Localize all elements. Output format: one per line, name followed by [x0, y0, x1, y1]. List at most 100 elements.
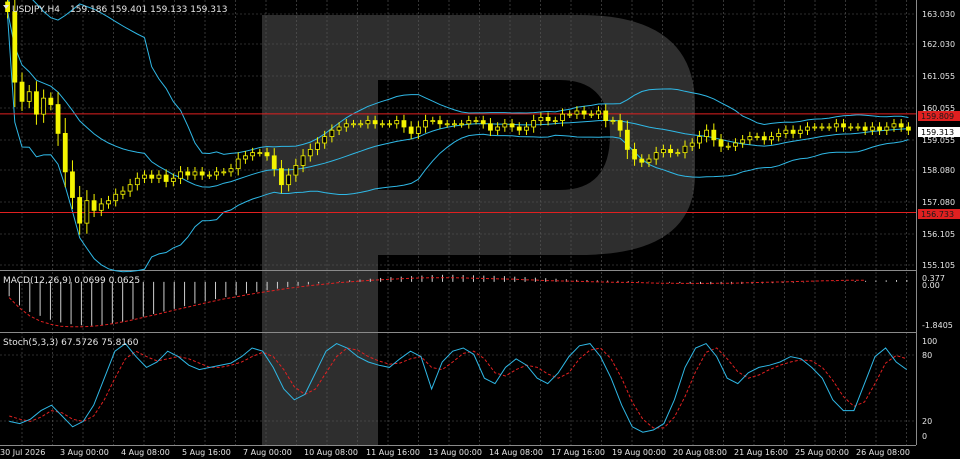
candle-body	[91, 200, 97, 211]
candle-body	[898, 123, 904, 128]
candle-body	[113, 193, 119, 202]
candle-body	[149, 174, 155, 179]
candle-body	[552, 120, 558, 122]
candle-body	[257, 152, 263, 155]
candle-body	[877, 126, 882, 131]
candle-body	[163, 174, 169, 182]
candle-body	[466, 120, 472, 125]
candle-body	[668, 149, 673, 154]
candle-body	[776, 132, 782, 138]
candle-body	[891, 123, 897, 128]
candle-body	[394, 120, 400, 125]
candle-body	[156, 174, 162, 179]
candle-body	[509, 123, 515, 128]
stoch-title: Stoch(5,3,3) 67.5726 75.8160	[3, 338, 139, 348]
candle-body	[805, 126, 810, 131]
candle-body	[279, 168, 284, 186]
stoch-axis-label: 20	[922, 417, 932, 426]
candle-body	[55, 104, 61, 134]
candle-body	[243, 155, 248, 160]
ohlc-quotes: 159.186 159.401 159.133 159.313	[70, 5, 227, 15]
candle-body	[761, 136, 767, 141]
candle-body	[12, 11, 18, 83]
candle-body	[437, 120, 443, 125]
candle-body	[639, 158, 645, 163]
candle-body	[797, 129, 803, 134]
candle-body	[358, 123, 364, 126]
candle-body	[769, 136, 774, 141]
time-label: 25 Aug 00:00	[795, 448, 849, 457]
candle-body	[185, 171, 191, 176]
time-label: 14 Aug 08:00	[489, 448, 543, 457]
candle-body	[581, 110, 587, 115]
candle-body	[812, 126, 818, 129]
candle-body	[134, 177, 140, 186]
candle-body	[250, 152, 256, 157]
candle-body	[733, 142, 738, 147]
candle-body	[747, 136, 753, 141]
candle-body	[632, 149, 637, 160]
candle-body	[315, 142, 320, 150]
candle-body	[610, 120, 616, 122]
candle-body	[473, 120, 479, 122]
candle-body	[142, 174, 147, 179]
candle-body	[430, 120, 436, 122]
candle-body	[351, 123, 356, 126]
lower-level-label: 156.733	[921, 210, 954, 219]
candle-body	[192, 171, 198, 176]
macd-axis-label: 0.00	[922, 281, 940, 290]
time-label: 20 Aug 08:00	[673, 448, 727, 457]
candle-body	[84, 200, 90, 224]
candle-body	[841, 123, 846, 128]
candle-body	[307, 149, 313, 157]
time-label: 17 Aug 16:00	[551, 448, 605, 457]
candle-body	[444, 123, 450, 126]
candle-body	[862, 126, 868, 131]
candle-body	[34, 91, 39, 115]
candle-body	[329, 129, 335, 138]
candle-body	[401, 120, 407, 128]
candle-body	[459, 123, 465, 126]
candle-body	[848, 126, 854, 129]
candle-body	[127, 184, 133, 192]
time-label: 10 Aug 08:00	[304, 448, 358, 457]
candle-body	[884, 126, 890, 131]
candle-body	[199, 171, 205, 176]
candle-body	[372, 120, 378, 125]
candle-body	[531, 120, 537, 128]
candle-body	[480, 120, 486, 125]
candle-body	[833, 123, 839, 128]
candle-body	[567, 113, 573, 116]
candle-body	[228, 168, 234, 173]
price-label: 161.055	[922, 72, 955, 81]
candle-body	[415, 126, 421, 134]
trading-chart[interactable]: USDJPY,H4 159.186 159.401 159.133 159.31…	[0, 0, 960, 459]
candle-body	[697, 136, 702, 144]
candle-body	[387, 123, 392, 126]
candle-body	[214, 171, 219, 176]
candle-body	[41, 97, 47, 115]
candle-body	[178, 171, 183, 179]
candle-body	[495, 126, 501, 131]
candle-body	[322, 136, 328, 144]
macd-title: MACD(12,26,9) 0.0699 0.0625	[3, 276, 140, 286]
candle-body	[26, 91, 32, 102]
candle-body	[855, 126, 861, 129]
macd-axis-label: -1.8405	[922, 321, 953, 330]
candle-body	[704, 129, 710, 138]
candle-body	[336, 126, 342, 131]
candle-body	[379, 123, 385, 126]
candle-body	[675, 152, 681, 155]
candle-body	[740, 139, 746, 144]
candle-body	[783, 129, 789, 134]
candle-body	[19, 81, 25, 102]
price-label: 159.055	[922, 136, 955, 145]
candle-body	[725, 145, 731, 148]
candle-body	[77, 197, 83, 224]
price-label: 162.030	[922, 40, 955, 49]
time-label: 3 Aug 00:00	[60, 448, 109, 457]
candle-body	[98, 203, 104, 211]
candle-body	[596, 110, 601, 115]
price-label: 156.105	[922, 230, 955, 239]
candle-body	[488, 123, 493, 131]
